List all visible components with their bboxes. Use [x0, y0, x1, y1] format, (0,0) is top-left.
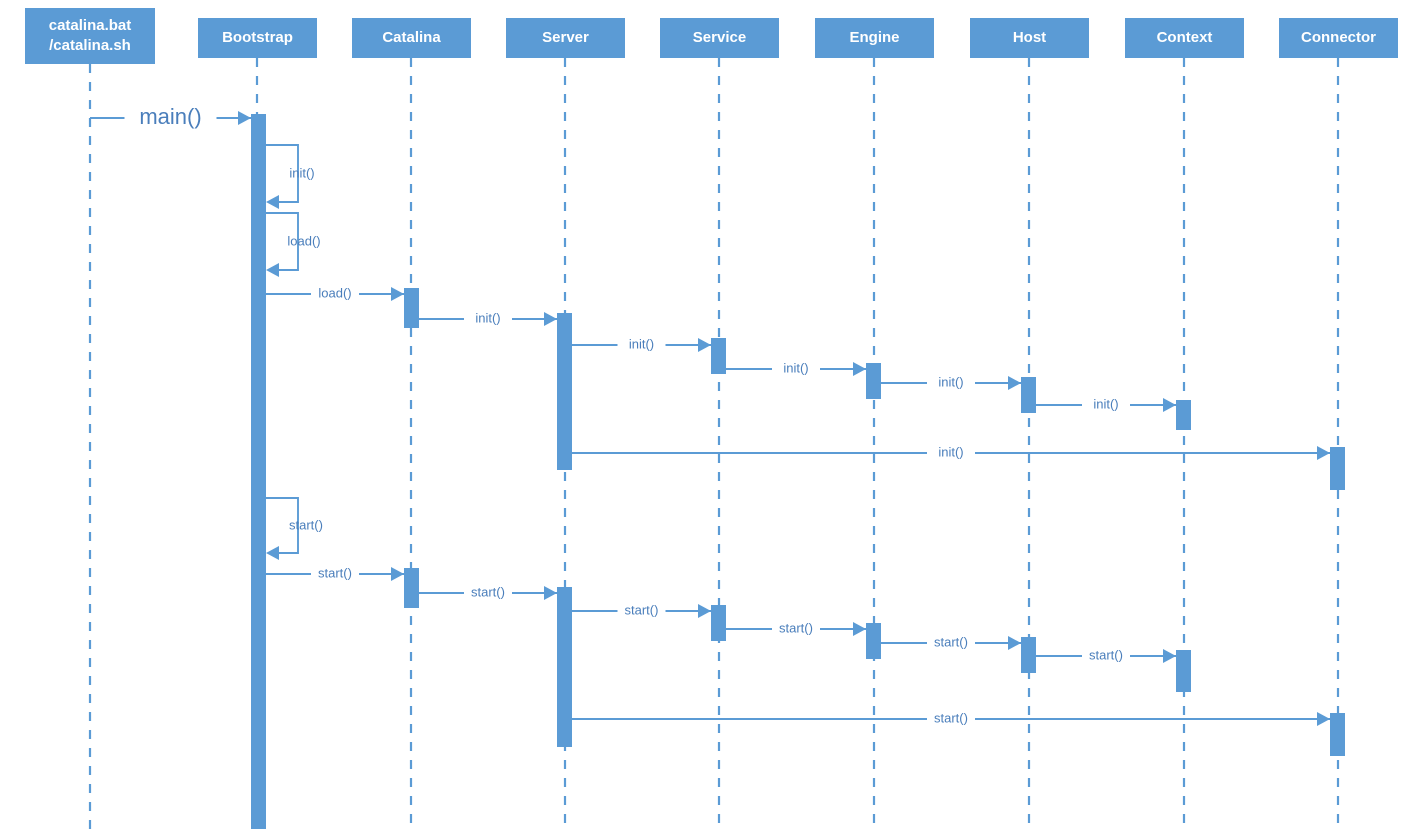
activation-bar-server [557, 587, 572, 747]
activation-bar-catalina [404, 288, 419, 328]
activation-bar-service [711, 338, 726, 374]
message-label-msg-load-catalina: load() [318, 285, 351, 300]
participant-box-context[interactable]: Context [1125, 18, 1244, 58]
arrow-head-msg-load-catalina [391, 287, 404, 301]
activation-bar-connector [1330, 713, 1345, 756]
participant-label-host: Host [1013, 29, 1046, 46]
participant-label-catalina_script: catalina.bat [49, 17, 132, 34]
participant-box-service[interactable]: Service [660, 18, 779, 58]
message-label-msg-init-engine: init() [783, 360, 808, 375]
message-label-msg-start-connector: start() [934, 710, 968, 725]
activations-layer [251, 114, 1345, 829]
arrow-head-msg-start-context [1163, 649, 1176, 663]
activation-bar-host [1021, 377, 1036, 413]
message-label-msg-start-context: start() [1089, 647, 1123, 662]
participant-label-service: Service [693, 29, 746, 46]
arrow-head-msg-init-engine [853, 362, 866, 376]
participant-box-connector[interactable]: Connector [1279, 18, 1398, 58]
participant-label-catalina: Catalina [382, 29, 441, 46]
activation-bar-context [1176, 400, 1191, 430]
activation-bar-bootstrap [251, 114, 266, 829]
participant-label-engine: Engine [849, 29, 899, 46]
message-label-msg-start-catalina: start() [318, 565, 352, 580]
participant-label-connector: Connector [1301, 29, 1376, 46]
message-msg-init-host[interactable]: init() [881, 374, 1021, 390]
sequence-diagram-svg: main() init() load() load() init() init() init… [25, 8, 1398, 829]
message-msg-start-host[interactable]: start() [881, 634, 1021, 650]
arrow-head-msg-start-service [698, 604, 711, 618]
message-msg-init-server[interactable]: init() [419, 310, 557, 326]
message-msg-init-engine[interactable]: init() [726, 360, 866, 376]
message-msg-start-server[interactable]: start() [419, 584, 557, 600]
message-msg-start-service[interactable]: start() [572, 602, 711, 618]
activation-bar-service [711, 605, 726, 641]
message-label-msg-main: main() [139, 104, 201, 129]
message-label-msg-start-engine: start() [779, 620, 813, 635]
message-label-msg-init-service: init() [629, 336, 654, 351]
arrow-head-msg-start-catalina [391, 567, 404, 581]
messages-layer: main() init() load() load() init() init() init… [90, 104, 1330, 726]
arrow-head-msg-start-server [544, 586, 557, 600]
message-msg-init-connector[interactable]: init() [572, 444, 1330, 460]
message-label-msg-bootstrap-load: load() [287, 233, 320, 248]
participant-label-catalina_script: /catalina.sh [49, 37, 131, 54]
activation-bar-engine [866, 363, 881, 399]
participant-box-engine[interactable]: Engine [815, 18, 934, 58]
message-label-msg-start-host: start() [934, 634, 968, 649]
sequence-diagram-canvas: main() init() load() load() init() init() init… [0, 0, 1415, 829]
message-msg-start-catalina[interactable]: start() [266, 565, 404, 581]
message-msg-bootstrap-load[interactable]: load() [266, 212, 321, 277]
lifelines-layer [88, 58, 1340, 829]
activation-bar-context [1176, 650, 1191, 692]
arrow-head-msg-init-service [698, 338, 711, 352]
arrow-head-msg-bootstrap-init [266, 195, 279, 209]
activation-bar-connector [1330, 447, 1345, 490]
arrow-head-msg-init-context [1163, 398, 1176, 412]
participant-box-catalina[interactable]: Catalina [352, 18, 471, 58]
message-label-msg-start-server: start() [471, 584, 505, 599]
participant-label-context: Context [1157, 29, 1213, 46]
arrow-head-msg-bootstrap-start [266, 546, 279, 560]
participant-box-server[interactable]: Server [506, 18, 625, 58]
message-msg-start-connector[interactable]: start() [572, 710, 1330, 726]
message-label-msg-init-context: init() [1093, 396, 1118, 411]
participant-box-bootstrap[interactable]: Bootstrap [198, 18, 317, 58]
message-label-msg-init-connector: init() [938, 444, 963, 459]
message-msg-start-engine[interactable]: start() [726, 620, 866, 636]
arrow-head-msg-start-engine [853, 622, 866, 636]
message-label-msg-bootstrap-init: init() [289, 165, 314, 180]
message-msg-init-service[interactable]: init() [572, 336, 711, 352]
participant-box-catalina_script[interactable]: catalina.bat/catalina.sh [25, 8, 155, 64]
message-label-msg-init-server: init() [475, 310, 500, 325]
participant-label-bootstrap: Bootstrap [222, 29, 293, 46]
activation-bar-engine [866, 623, 881, 659]
arrow-head-msg-init-server [544, 312, 557, 326]
message-label-msg-bootstrap-start: start() [289, 517, 323, 532]
message-msg-init-context[interactable]: init() [1036, 396, 1176, 412]
participant-box-host[interactable]: Host [970, 18, 1089, 58]
message-msg-bootstrap-start[interactable]: start() [266, 497, 323, 560]
arrow-head-msg-main [238, 111, 251, 125]
arrow-head-msg-init-connector [1317, 446, 1330, 460]
message-label-msg-start-service: start() [625, 602, 659, 617]
message-msg-load-catalina[interactable]: load() [266, 285, 404, 301]
arrow-head-msg-start-host [1008, 636, 1021, 650]
message-msg-start-context[interactable]: start() [1036, 647, 1176, 663]
activation-bar-host [1021, 637, 1036, 673]
activation-bar-server [557, 313, 572, 470]
participant-boxes-layer: catalina.bat/catalina.sh Bootstrap Catalin… [25, 8, 1398, 64]
arrow-head-msg-start-connector [1317, 712, 1330, 726]
message-msg-main[interactable]: main() [90, 104, 251, 129]
arrow-head-msg-bootstrap-load [266, 263, 279, 277]
participant-label-server: Server [542, 29, 589, 46]
message-msg-bootstrap-init[interactable]: init() [266, 144, 315, 209]
activation-bar-catalina [404, 568, 419, 608]
message-label-msg-init-host: init() [938, 374, 963, 389]
arrow-head-msg-init-host [1008, 376, 1021, 390]
